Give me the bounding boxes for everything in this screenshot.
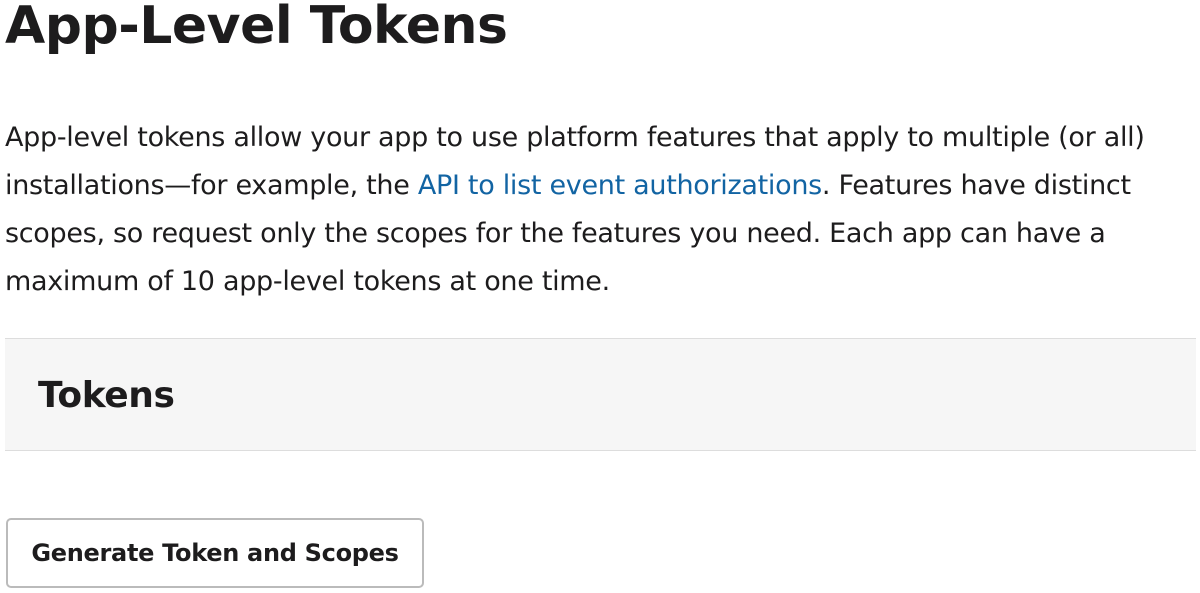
tokens-section-title: Tokens bbox=[38, 375, 175, 416]
page-title: App-Level Tokens bbox=[5, 0, 508, 56]
generate-token-and-scopes-button[interactable]: Generate Token and Scopes bbox=[6, 518, 424, 588]
event-authorizations-api-link[interactable]: API to list event authorizations bbox=[418, 170, 822, 201]
intro-paragraph: App-level tokens allow your app to use p… bbox=[5, 114, 1200, 306]
tokens-section-header: Tokens bbox=[5, 338, 1196, 451]
